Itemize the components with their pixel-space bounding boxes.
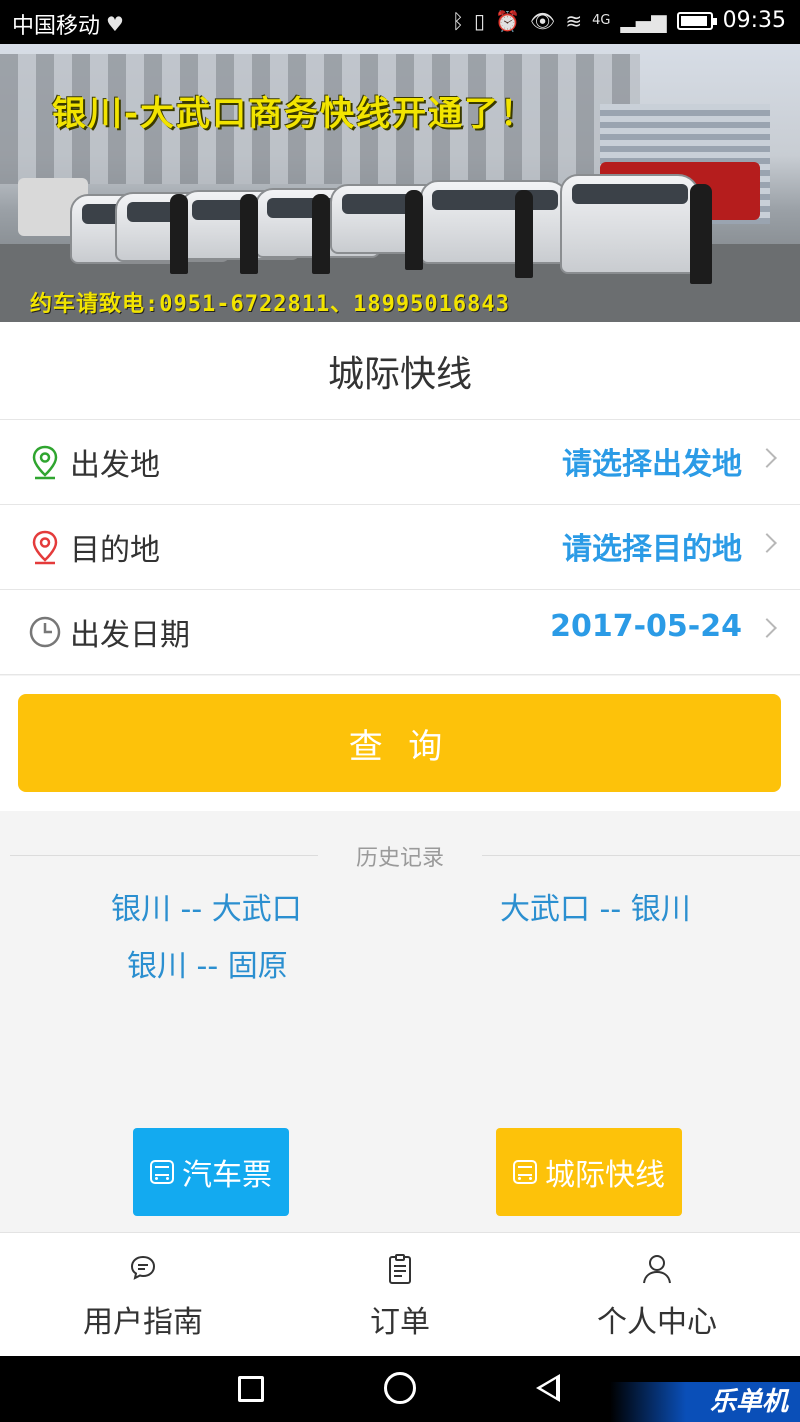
signal-icon: ▂▄▆ (620, 8, 667, 33)
status-bar: 中国移动 ♥ ᛒ ▯ ⏰ 👁 ≋ 4G ▂▄▆ 09:35 (0, 0, 800, 44)
vibrate-icon: ▯ (474, 8, 486, 33)
tab-label: 订单 (370, 1305, 430, 1340)
bluetooth-icon: ᛒ (452, 8, 464, 33)
page-title: 城际快线 (0, 322, 800, 420)
departure-label: 出发地 (70, 448, 160, 483)
bus-ticket-label: 汽车票 (182, 1158, 272, 1193)
banner-person (312, 194, 330, 274)
clipboard-icon (389, 1254, 411, 1284)
departure-date-row[interactable]: 出发日期 2017-05-24 (0, 590, 800, 675)
recent-apps-icon[interactable] (238, 1376, 264, 1402)
tab-label: 个人中心 (597, 1305, 717, 1340)
destination-value[interactable]: 请选择目的地 (562, 524, 742, 568)
departure-date-label: 出发日期 (70, 618, 190, 653)
tab-personal-center[interactable]: 个人中心 (524, 1233, 790, 1357)
query-button[interactable]: 查 询 (18, 694, 781, 792)
battery-icon (676, 11, 717, 30)
departure-value[interactable]: 请选择出发地 (562, 439, 742, 483)
heart-rate-icon: ♥ (106, 12, 124, 36)
chevron-right-icon (757, 618, 777, 638)
watermark-logo: 乐单机 (610, 1382, 800, 1422)
bus-ticket-button[interactable]: 汽车票 (133, 1128, 289, 1216)
home-icon[interactable] (384, 1372, 416, 1404)
destination-label: 目的地 (70, 533, 160, 568)
intercity-express-label: 城际快线 (545, 1158, 665, 1193)
destination-row[interactable]: 目的地 请选择目的地 (0, 505, 800, 590)
history-title: 历史记录 (355, 846, 444, 871)
clock-icon (29, 616, 61, 648)
history-item[interactable]: 银川 -- 大武口 (111, 884, 302, 928)
banner-van (560, 174, 700, 274)
bus-icon (150, 1160, 174, 1184)
divider (482, 855, 800, 856)
location-pin-green-icon (32, 445, 58, 480)
banner-person (515, 190, 533, 278)
banner-person (405, 190, 423, 270)
tab-orders[interactable]: 订单 (267, 1233, 533, 1357)
banner-person (170, 194, 188, 274)
person-icon (643, 1255, 671, 1284)
back-icon[interactable] (536, 1374, 560, 1402)
departure-row[interactable]: 出发地 请选择出发地 (0, 420, 800, 505)
chat-bubble-icon (130, 1255, 156, 1280)
history-item[interactable]: 银川 -- 固原 (127, 941, 288, 985)
banner-van (420, 180, 570, 264)
intercity-express-button[interactable]: 城际快线 (496, 1128, 682, 1216)
chevron-right-icon (757, 448, 777, 468)
status-right: ᛒ ▯ ⏰ 👁 ≋ 4G ▂▄▆ 09:35 (452, 8, 786, 33)
chevron-right-icon (757, 533, 777, 553)
departure-date-value[interactable]: 2017-05-24 (550, 609, 742, 644)
banner-person (240, 194, 258, 274)
promo-banner[interactable]: 银川-大武口商务快线开通了！ 约车请致电:0951-6722811、189950… (0, 44, 800, 322)
status-left: 中国移动 ♥ (12, 8, 124, 40)
banner-phone: 约车请致电:0951-6722811、18995016843 (30, 292, 510, 317)
tab-user-guide[interactable]: 用户指南 (10, 1233, 276, 1357)
network-type: 4G (592, 13, 611, 28)
history-item[interactable]: 大武口 -- 银川 (500, 884, 691, 928)
banner-headline: 银川-大武口商务快线开通了！ (52, 94, 537, 134)
eye-icon: 👁 (529, 8, 556, 33)
alarm-icon: ⏰ (495, 8, 520, 33)
tab-label: 用户指南 (83, 1305, 203, 1340)
bottom-tab-bar: 用户指南 订单 个人中心 (0, 1232, 800, 1356)
bus-icon (513, 1160, 537, 1184)
history-header: 历史记录 (0, 838, 800, 872)
banner-person (690, 184, 712, 284)
location-pin-red-icon (32, 530, 58, 565)
carrier-name: 中国移动 (12, 14, 101, 39)
clock-time: 09:35 (722, 8, 786, 33)
wifi-icon: ≋ (565, 8, 583, 33)
